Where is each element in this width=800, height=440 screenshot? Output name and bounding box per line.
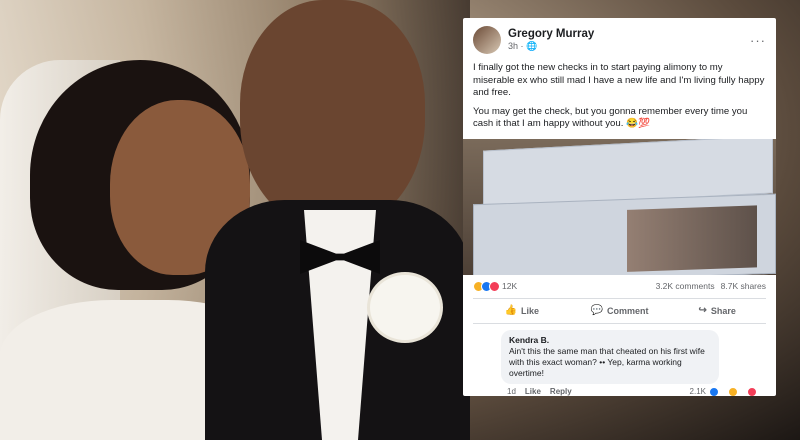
comment-count[interactable]: 3.2K comments — [656, 281, 715, 291]
comment-button[interactable]: 💬 Comment — [571, 299, 669, 323]
comment-text: Ain't this the same man that cheated on … — [509, 345, 705, 378]
post-header: Gregory Murray 3h · 🌐 ··· — [463, 18, 776, 58]
commenter-name[interactable]: Kendra B. — [509, 335, 711, 345]
post-image-checks[interactable] — [463, 138, 776, 275]
like-reaction-icon — [709, 386, 719, 396]
love-reaction-icon — [489, 280, 500, 292]
groom-head — [240, 0, 425, 230]
post-paragraph-2: You may get the check, but you gonna rem… — [473, 105, 748, 130]
comment-item: Kendra B. Ain't this the same man that c… — [463, 324, 776, 384]
post-time[interactable]: 3h · — [508, 41, 526, 51]
comment-label: Comment — [606, 305, 649, 316]
share-arrow-icon: ↪ — [698, 305, 707, 316]
post-paragraph-1: I finally got the new checks in to start… — [473, 62, 765, 98]
like-button[interactable]: 👍 Like — [473, 299, 571, 323]
reaction-icons[interactable] — [473, 280, 500, 292]
thumbs-up-icon: 👍 — [504, 305, 518, 316]
comment-like-button[interactable]: Like — [525, 387, 541, 396]
comment-reply-button[interactable]: Reply — [550, 387, 572, 396]
post-text: I finally got the new checks in to start… — [463, 58, 776, 131]
check-couple-photo — [627, 204, 757, 272]
author-name[interactable]: Gregory Murray — [508, 28, 750, 40]
share-button[interactable]: ↪ Share — [668, 299, 766, 323]
love-reaction-icon — [747, 386, 757, 396]
globe-icon: 🌐 — [526, 41, 538, 51]
reaction-count[interactable]: 12K — [502, 281, 517, 291]
comment-footer: 1d Like Reply 2.1K — [463, 384, 776, 396]
haha-reaction-icon — [728, 386, 738, 396]
share-count[interactable]: 8.7K shares — [721, 281, 766, 291]
facebook-post-card: Gregory Murray 3h · 🌐 ··· I finally got … — [463, 18, 776, 396]
like-label: Like — [521, 305, 540, 316]
check-main — [473, 193, 776, 275]
author-avatar[interactable] — [473, 26, 501, 54]
comment-bubble-icon: 💬 — [590, 305, 603, 316]
share-label: Share — [710, 305, 736, 316]
comment-bubble: Kendra B. Ain't this the same man that c… — [501, 329, 719, 384]
author-info: Gregory Murray 3h · 🌐 — [508, 28, 750, 52]
more-options-icon[interactable]: ··· — [750, 33, 766, 48]
post-meta: 3h · 🌐 — [508, 41, 750, 52]
reaction-counts-bar: 12K 3.2K comments 8.7K shares — [463, 275, 776, 296]
comment-time[interactable]: 1d — [507, 387, 516, 396]
post-actions: 👍 Like 💬 Comment ↪ Share — [473, 297, 766, 324]
comment-reaction-count[interactable]: 2.1K — [690, 387, 706, 396]
boutonniere — [370, 275, 440, 340]
